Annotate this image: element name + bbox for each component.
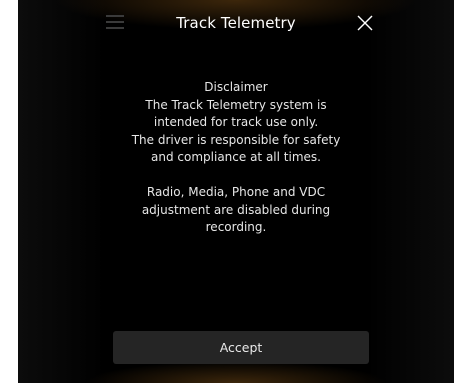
- accept-button[interactable]: Accept: [113, 331, 369, 364]
- disclaimer-note-line: adjustment are disabled during: [141, 202, 331, 217]
- disclaimer-line: The driver is responsible for safety: [131, 132, 341, 147]
- header-bar: Track Telemetry: [18, 0, 454, 52]
- close-icon[interactable]: [356, 14, 374, 32]
- disclaimer-line: The Track Telemetry system is: [145, 97, 327, 112]
- page-title: Track Telemetry: [176, 14, 296, 32]
- disclaimer-line: and compliance at all times.: [151, 150, 321, 164]
- disclaimer-line: intended for track use only.: [153, 115, 319, 129]
- telemetry-disclaimer-screen: Track Telemetry Disclaimer The Track Tel…: [18, 0, 454, 383]
- disclaimer-heading: Disclaimer: [204, 80, 268, 94]
- disclaimer-note-line: recording.: [205, 220, 267, 234]
- disclaimer-note-line: Radio, Media, Phone and VDC: [146, 185, 326, 199]
- disclaimer-text: Disclaimer The Track Telemetry system is…: [18, 79, 454, 237]
